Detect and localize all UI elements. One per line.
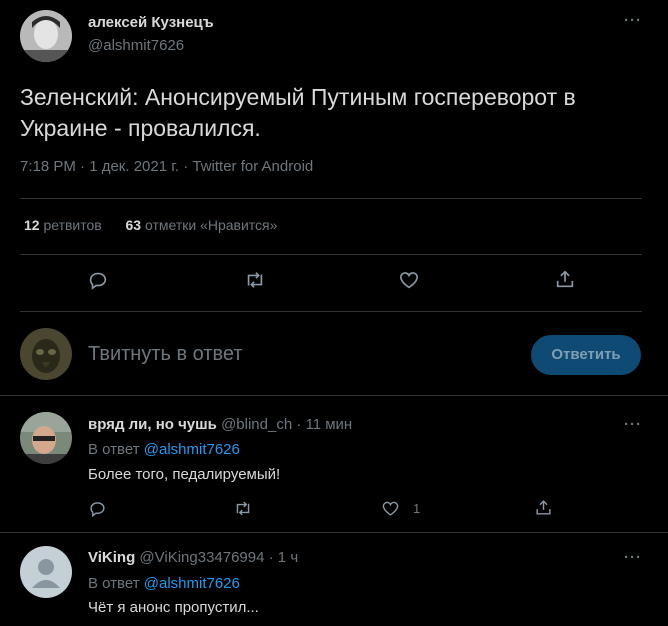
reply-submit-button[interactable]: Ответить <box>531 335 641 375</box>
reply-header: ViKing @ViKing33476994 · 1 ч <box>88 549 298 566</box>
reply-to-prefix: В ответ <box>88 441 140 458</box>
likes-count: 63 <box>125 217 142 233</box>
like-count: 1 <box>413 501 421 516</box>
main-tweet-text: Зеленский: Анонсируемый Путиным госперев… <box>20 82 576 144</box>
tweet-timestamp[interactable]: 7:18 PM · 1 дек. 2021 г. · Twitter for A… <box>20 158 313 175</box>
share-icon[interactable] <box>554 268 576 290</box>
reply-author-handle[interactable]: @ViKing33476994 <box>139 549 264 566</box>
main-author-avatar[interactable] <box>20 10 72 62</box>
reply-text: Более того, педалируемый! <box>88 466 281 483</box>
reply-author-name[interactable]: ViKing <box>88 549 135 566</box>
reply-to-handle[interactable]: @alshmit7626 <box>144 441 240 458</box>
reply-compose-input[interactable]: Твитнуть в ответ <box>88 343 243 366</box>
default-avatar-icon[interactable] <box>20 546 72 598</box>
reply-text: Чёт я анонс пропустил... <box>88 599 259 616</box>
current-user-avatar[interactable] <box>20 328 72 380</box>
divider <box>0 532 668 533</box>
reply-time[interactable]: · 11 мин <box>296 416 352 433</box>
likes-stat[interactable]: 63 отметки «Нравится» <box>126 217 278 233</box>
reply-author-name[interactable]: вряд ли, но чушь <box>88 416 217 433</box>
reply-icon[interactable] <box>87 269 109 291</box>
reply-icon[interactable] <box>88 499 107 518</box>
main-tweet-text-line1: Зеленский: Анонсируемый Путиным госперев… <box>20 84 576 110</box>
reply-header: вряд ли, но чушь @blind_ch · 11 мин <box>88 416 352 433</box>
divider <box>0 395 668 396</box>
more-icon[interactable]: ··· <box>624 416 642 433</box>
more-icon[interactable]: ··· <box>624 12 642 29</box>
retweets-stat[interactable]: 12 ретвитов <box>24 217 106 233</box>
retweet-icon[interactable] <box>243 269 267 291</box>
divider <box>20 311 642 312</box>
main-tweet-text-line2: Украине - провалился. <box>20 115 261 141</box>
retweets-count: 12 <box>24 217 40 233</box>
main-author-handle[interactable]: @alshmit7626 <box>88 37 184 54</box>
retweets-label: ретвитов <box>43 217 102 233</box>
likes-label: отметки «Нравится» <box>144 217 278 233</box>
reply-context: В ответ @alshmit7626 <box>88 441 240 458</box>
main-author-name[interactable]: алексей Кузнецъ <box>88 14 214 31</box>
divider <box>20 254 642 255</box>
reply-to-prefix: В ответ <box>88 575 140 592</box>
share-icon[interactable] <box>534 498 553 517</box>
reply-context: В ответ @alshmit7626 <box>88 575 240 592</box>
reply-author-avatar[interactable] <box>20 412 72 464</box>
like-icon[interactable] <box>381 499 400 518</box>
reply-author-handle[interactable]: @blind_ch <box>221 416 292 433</box>
retweet-icon[interactable] <box>233 499 253 518</box>
reply-time[interactable]: · 1 ч <box>269 549 299 566</box>
more-icon[interactable]: ··· <box>624 549 642 566</box>
like-icon[interactable] <box>398 269 420 291</box>
divider <box>20 198 642 199</box>
tweet-stats: 12 ретвитов 63 отметки «Нравится» <box>24 217 277 233</box>
reply-to-handle[interactable]: @alshmit7626 <box>144 575 240 592</box>
